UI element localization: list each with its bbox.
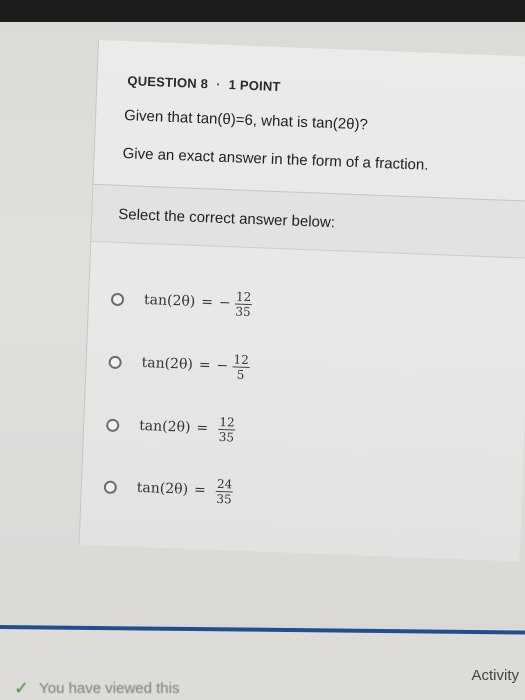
numerator: 12 <box>233 351 250 367</box>
numerator: 12 <box>219 414 235 430</box>
answer-expression: tan(2θ) = 24 35 <box>136 474 234 506</box>
answer-prompt-section: Select the correct answer below: <box>91 183 525 259</box>
answer-prompt: Select the correct answer below: <box>117 205 336 232</box>
minus-sign: − <box>216 357 229 375</box>
question-header: QUESTION 8 · 1 POINT <box>127 73 281 94</box>
radio-button[interactable] <box>110 292 125 306</box>
numerator: 24 <box>216 476 233 491</box>
numerator: 12 <box>235 288 252 304</box>
radio-button[interactable] <box>105 418 120 432</box>
denominator: 35 <box>216 491 233 506</box>
answer-option[interactable]: tan(2θ) = 12 35 <box>105 405 236 450</box>
equals-sign: = <box>193 482 207 499</box>
equals-sign: = <box>198 357 211 374</box>
expression-lhs: tan(2θ) <box>143 291 196 310</box>
denominator: 5 <box>236 367 245 382</box>
fraction: 12 5 <box>232 351 250 382</box>
expression-lhs: tan(2θ) <box>136 479 189 498</box>
activity-link[interactable]: Activity <box>471 667 519 684</box>
top-bar <box>0 0 525 22</box>
expression-lhs: tan(2θ) <box>138 417 191 436</box>
check-icon: ✓ <box>14 678 30 698</box>
radio-button[interactable] <box>108 355 122 369</box>
answer-expression: tan(2θ) = − 12 35 <box>143 286 253 319</box>
answer-option[interactable]: tan(2θ) = − 12 35 <box>110 279 252 324</box>
fraction: 12 35 <box>234 288 252 319</box>
answer-option[interactable]: tan(2θ) = 24 35 <box>103 467 234 512</box>
minus-sign: − <box>218 294 232 312</box>
question-instruction: Give an exact answer in the form of a fr… <box>122 145 429 174</box>
equals-sign: = <box>200 294 214 311</box>
viewed-status: ✓ You have viewed this <box>14 678 179 699</box>
fraction: 12 35 <box>218 414 236 445</box>
question-number: QUESTION 8 <box>127 73 209 92</box>
denominator: 35 <box>218 429 235 445</box>
fraction: 24 35 <box>215 476 234 506</box>
answer-option[interactable]: tan(2θ) = − 12 5 <box>108 342 250 387</box>
question-points: 1 POINT <box>228 77 281 95</box>
radio-button[interactable] <box>103 480 118 494</box>
equals-sign: = <box>196 420 209 437</box>
denominator: 35 <box>235 303 251 319</box>
expression-lhs: tan(2θ) <box>141 354 194 373</box>
question-text: Given that tan(θ)=6, what is tan(2θ)? <box>123 107 369 134</box>
answer-expression: tan(2θ) = 12 35 <box>138 412 236 445</box>
header-separator: · <box>215 76 221 92</box>
answer-expression: tan(2θ) = − 12 5 <box>141 349 250 382</box>
question-card: QUESTION 8 · 1 POINT Given that tan(θ)=6, … <box>78 40 525 562</box>
screen: QUESTION 8 · 1 POINT Given that tan(θ)=6, … <box>0 0 525 700</box>
viewed-text: You have viewed this <box>39 680 180 697</box>
